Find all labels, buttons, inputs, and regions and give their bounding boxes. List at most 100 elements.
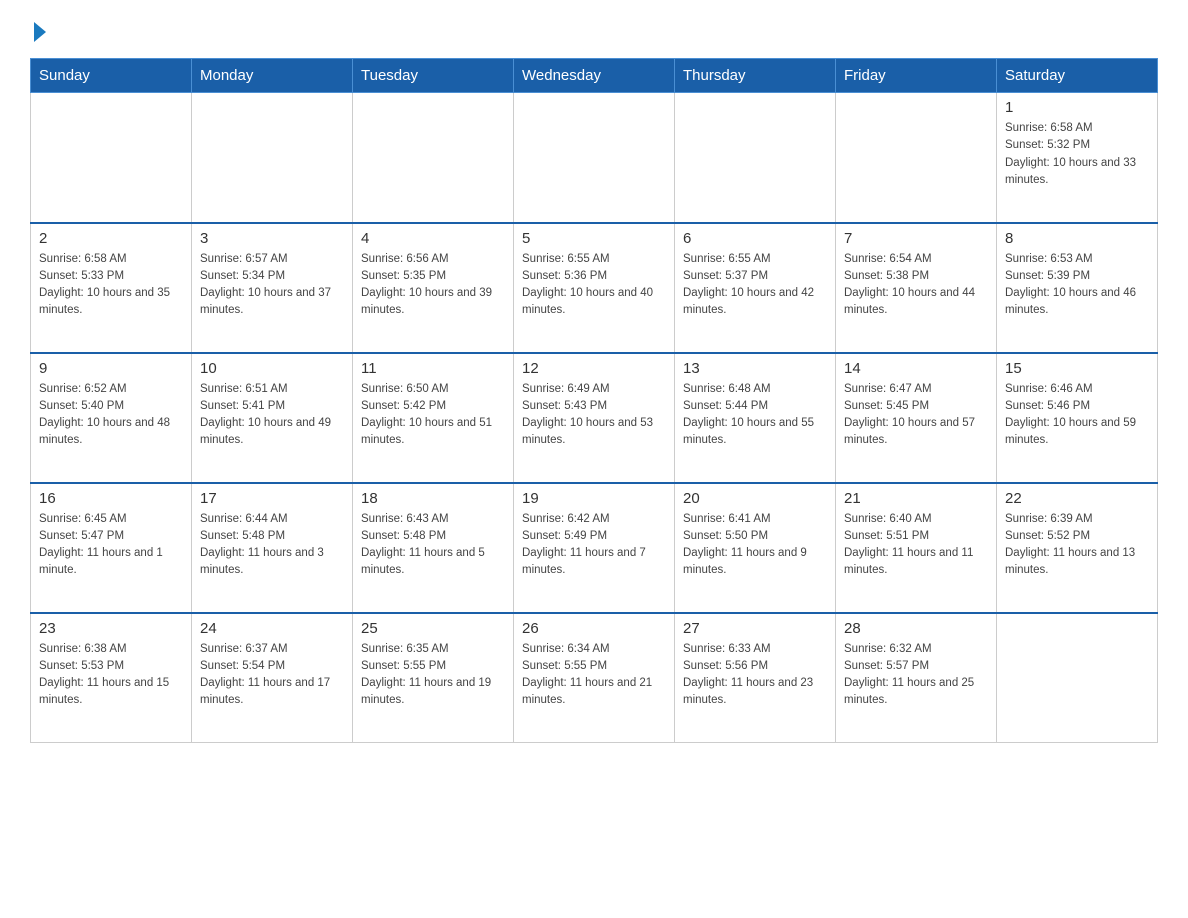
day-info: Sunrise: 6:51 AMSunset: 5:41 PMDaylight:… <box>200 381 344 450</box>
calendar-header-row: SundayMondayTuesdayWednesdayThursdayFrid… <box>31 59 1158 93</box>
sunset-text: Sunset: 5:46 PM <box>1005 398 1149 415</box>
sunrise-text: Sunrise: 6:58 AM <box>1005 120 1149 137</box>
calendar-day-cell: 2Sunrise: 6:58 AMSunset: 5:33 PMDaylight… <box>31 223 192 353</box>
day-number: 17 <box>200 490 344 507</box>
sunrise-text: Sunrise: 6:54 AM <box>844 251 988 268</box>
daylight-text: Daylight: 10 hours and 59 minutes. <box>1005 415 1149 450</box>
calendar-day-header: Tuesday <box>353 59 514 93</box>
sunrise-text: Sunrise: 6:39 AM <box>1005 511 1149 528</box>
sunrise-text: Sunrise: 6:44 AM <box>200 511 344 528</box>
daylight-text: Daylight: 10 hours and 53 minutes. <box>522 415 666 450</box>
calendar-week-row: 23Sunrise: 6:38 AMSunset: 5:53 PMDayligh… <box>31 613 1158 743</box>
daylight-text: Daylight: 10 hours and 57 minutes. <box>844 415 988 450</box>
calendar-day-header: Monday <box>192 59 353 93</box>
daylight-text: Daylight: 10 hours and 37 minutes. <box>200 285 344 320</box>
calendar-day-cell: 20Sunrise: 6:41 AMSunset: 5:50 PMDayligh… <box>675 483 836 613</box>
day-info: Sunrise: 6:40 AMSunset: 5:51 PMDaylight:… <box>844 511 988 580</box>
daylight-text: Daylight: 10 hours and 44 minutes. <box>844 285 988 320</box>
day-info: Sunrise: 6:58 AMSunset: 5:33 PMDaylight:… <box>39 251 183 320</box>
calendar-day-header: Sunday <box>31 59 192 93</box>
daylight-text: Daylight: 11 hours and 7 minutes. <box>522 545 666 580</box>
sunset-text: Sunset: 5:57 PM <box>844 658 988 675</box>
calendar-week-row: 16Sunrise: 6:45 AMSunset: 5:47 PMDayligh… <box>31 483 1158 613</box>
sunset-text: Sunset: 5:38 PM <box>844 268 988 285</box>
sunrise-text: Sunrise: 6:58 AM <box>39 251 183 268</box>
day-info: Sunrise: 6:56 AMSunset: 5:35 PMDaylight:… <box>361 251 505 320</box>
calendar-day-cell: 24 Sunrise: 6:37 AMSunset: 5:54 PMDayligh… <box>192 613 353 743</box>
calendar-day-cell: 7Sunrise: 6:54 AMSunset: 5:38 PMDaylight… <box>836 223 997 353</box>
day-number: 20 <box>683 490 827 507</box>
day-number: 4 <box>361 230 505 247</box>
calendar-day-cell: 9Sunrise: 6:52 AMSunset: 5:40 PMDaylight… <box>31 353 192 483</box>
calendar-day-cell: 27 Sunrise: 6:33 AMSunset: 5:56 PMDayligh… <box>675 613 836 743</box>
daylight-text: Daylight: 10 hours and 35 minutes. <box>39 285 183 320</box>
day-info: Sunrise: 6:33 AMSunset: 5:56 PMDaylight:… <box>683 641 827 710</box>
logo <box>30 20 46 42</box>
sunset-text: Sunset: 5:36 PM <box>522 268 666 285</box>
sunset-text: Sunset: 5:56 PM <box>683 658 827 675</box>
daylight-text: Daylight: 11 hours and 17 minutes. <box>200 675 344 710</box>
sunset-text: Sunset: 5:33 PM <box>39 268 183 285</box>
sunrise-text: Sunrise: 6:51 AM <box>200 381 344 398</box>
sunrise-text: Sunrise: 6:46 AM <box>1005 381 1149 398</box>
day-number: 27 <box>683 620 827 637</box>
day-number: 19 <box>522 490 666 507</box>
day-number: 26 <box>522 620 666 637</box>
day-number: 24 <box>200 620 344 637</box>
calendar-day-cell <box>836 93 997 223</box>
day-info: Sunrise: 6:45 AMSunset: 5:47 PMDaylight:… <box>39 511 183 580</box>
daylight-text: Daylight: 10 hours and 42 minutes. <box>683 285 827 320</box>
daylight-text: Daylight: 10 hours and 48 minutes. <box>39 415 183 450</box>
day-info: Sunrise: 6:32 AMSunset: 5:57 PMDaylight:… <box>844 641 988 710</box>
day-info: Sunrise: 6:43 AMSunset: 5:48 PMDaylight:… <box>361 511 505 580</box>
day-number: 25 <box>361 620 505 637</box>
calendar-day-cell: 11Sunrise: 6:50 AMSunset: 5:42 PMDayligh… <box>353 353 514 483</box>
sunrise-text: Sunrise: 6:55 AM <box>683 251 827 268</box>
daylight-text: Daylight: 11 hours and 5 minutes. <box>361 545 505 580</box>
day-info: Sunrise: 6:46 AMSunset: 5:46 PMDaylight:… <box>1005 381 1149 450</box>
calendar-day-cell <box>31 93 192 223</box>
daylight-text: Daylight: 11 hours and 9 minutes. <box>683 545 827 580</box>
day-info: Sunrise: 6:57 AMSunset: 5:34 PMDaylight:… <box>200 251 344 320</box>
calendar-day-header: Thursday <box>675 59 836 93</box>
day-info: Sunrise: 6:58 AMSunset: 5:32 PMDaylight:… <box>1005 120 1149 189</box>
sunset-text: Sunset: 5:42 PM <box>361 398 505 415</box>
page-header <box>30 20 1158 42</box>
sunrise-text: Sunrise: 6:55 AM <box>522 251 666 268</box>
day-info: Sunrise: 6:37 AMSunset: 5:54 PMDaylight:… <box>200 641 344 710</box>
sunset-text: Sunset: 5:34 PM <box>200 268 344 285</box>
sunset-text: Sunset: 5:47 PM <box>39 528 183 545</box>
sunset-text: Sunset: 5:51 PM <box>844 528 988 545</box>
sunrise-text: Sunrise: 6:49 AM <box>522 381 666 398</box>
day-number: 23 <box>39 620 183 637</box>
calendar-day-cell <box>997 613 1158 743</box>
day-info: Sunrise: 6:54 AMSunset: 5:38 PMDaylight:… <box>844 251 988 320</box>
calendar-day-cell: 13Sunrise: 6:48 AMSunset: 5:44 PMDayligh… <box>675 353 836 483</box>
daylight-text: Daylight: 11 hours and 25 minutes. <box>844 675 988 710</box>
daylight-text: Daylight: 10 hours and 46 minutes. <box>1005 285 1149 320</box>
day-info: Sunrise: 6:39 AMSunset: 5:52 PMDaylight:… <box>1005 511 1149 580</box>
sunrise-text: Sunrise: 6:57 AM <box>200 251 344 268</box>
calendar-day-cell: 10Sunrise: 6:51 AMSunset: 5:41 PMDayligh… <box>192 353 353 483</box>
sunrise-text: Sunrise: 6:48 AM <box>683 381 827 398</box>
sunrise-text: Sunrise: 6:47 AM <box>844 381 988 398</box>
calendar-week-row: 2Sunrise: 6:58 AMSunset: 5:33 PMDaylight… <box>31 223 1158 353</box>
sunrise-text: Sunrise: 6:45 AM <box>39 511 183 528</box>
sunset-text: Sunset: 5:41 PM <box>200 398 344 415</box>
sunrise-text: Sunrise: 6:50 AM <box>361 381 505 398</box>
day-number: 8 <box>1005 230 1149 247</box>
calendar-day-cell: 25Sunrise: 6:35 AMSunset: 5:55 PMDayligh… <box>353 613 514 743</box>
calendar-week-row: 1 Sunrise: 6:58 AMSunset: 5:32 PMDaylight… <box>31 93 1158 223</box>
calendar-day-cell: 23Sunrise: 6:38 AMSunset: 5:53 PMDayligh… <box>31 613 192 743</box>
daylight-text: Daylight: 10 hours and 51 minutes. <box>361 415 505 450</box>
sunrise-text: Sunrise: 6:52 AM <box>39 381 183 398</box>
daylight-text: Daylight: 10 hours and 55 minutes. <box>683 415 827 450</box>
day-info: Sunrise: 6:47 AMSunset: 5:45 PMDaylight:… <box>844 381 988 450</box>
sunset-text: Sunset: 5:39 PM <box>1005 268 1149 285</box>
day-info: Sunrise: 6:55 AMSunset: 5:37 PMDaylight:… <box>683 251 827 320</box>
day-number: 9 <box>39 360 183 377</box>
sunrise-text: Sunrise: 6:40 AM <box>844 511 988 528</box>
calendar-day-header: Saturday <box>997 59 1158 93</box>
day-number: 1 <box>1005 99 1149 116</box>
sunset-text: Sunset: 5:37 PM <box>683 268 827 285</box>
